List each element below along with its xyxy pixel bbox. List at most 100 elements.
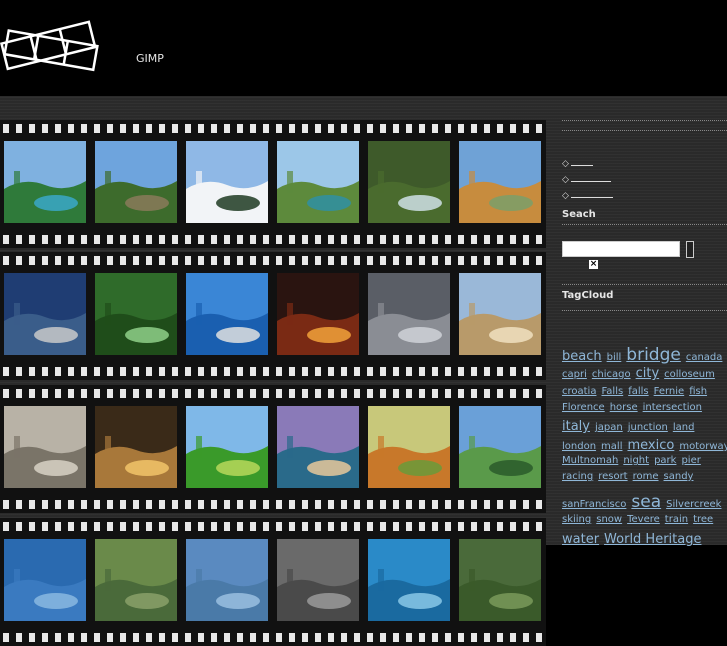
photo-thumbnail[interactable]	[277, 539, 359, 621]
photo-thumbnail[interactable]	[277, 406, 359, 488]
tag-link[interactable]: japan	[595, 422, 623, 433]
photo-thumbnail[interactable]	[368, 406, 450, 488]
site-title[interactable]: GIMP	[136, 52, 164, 65]
tag-link[interactable]: mall	[601, 441, 622, 452]
waterfall-bridge-photo	[368, 141, 450, 223]
search-input[interactable]	[562, 241, 680, 257]
tag-link[interactable]: horse	[610, 402, 638, 413]
tag-link[interactable]: Tevere	[627, 514, 660, 525]
city-night-photo	[277, 273, 359, 355]
tag-row: racing resort rome sandy	[562, 471, 698, 482]
photo-thumbnail[interactable]	[277, 273, 359, 355]
tag-link[interactable]: mexico	[627, 438, 674, 453]
film-strip	[0, 385, 546, 513]
photo-thumbnail[interactable]	[459, 539, 541, 621]
tag-link[interactable]: capri	[562, 369, 587, 380]
tag-link[interactable]: resort	[598, 471, 627, 482]
film-strip-logo-icon[interactable]	[0, 18, 100, 78]
tag-link[interactable]: colloseum	[664, 369, 715, 380]
tag-link[interactable]: croatia	[562, 386, 596, 397]
search-button[interactable]	[686, 241, 694, 258]
tag-link[interactable]: Silvercreek	[666, 499, 721, 510]
photo-thumbnail[interactable]	[459, 273, 541, 355]
tag-link[interactable]: city	[636, 366, 660, 381]
photo-thumbnail[interactable]	[186, 406, 268, 488]
photo-thumbnail[interactable]	[4, 141, 86, 223]
tag-link[interactable]: sandy	[664, 471, 694, 482]
tag-link[interactable]: Multnomah	[562, 455, 618, 466]
tag-row: sanFrancisco sea Silvercreek	[562, 492, 726, 512]
photo-partial-2	[95, 539, 177, 621]
palm-shore-photo	[277, 406, 359, 488]
tag-link[interactable]: fish	[689, 386, 707, 397]
nav-item-1[interactable]: ◇	[562, 158, 593, 169]
photo-thumbnail[interactable]	[368, 141, 450, 223]
chicago-skyline-photo	[459, 273, 541, 355]
divider	[562, 224, 727, 225]
tag-link[interactable]: beach	[562, 349, 602, 364]
tag-link[interactable]: racing	[562, 471, 593, 482]
photo-thumbnail[interactable]	[95, 273, 177, 355]
tag-link[interactable]: night	[623, 455, 649, 466]
divider	[562, 284, 727, 285]
photo-thumbnail[interactable]	[95, 141, 177, 223]
tag-link[interactable]: park	[654, 455, 676, 466]
tag-row: london mall mexico motorway	[562, 438, 727, 453]
tag-link[interactable]: pier	[681, 455, 700, 466]
photo-thumbnail[interactable]	[4, 539, 86, 621]
green-hills-photo	[186, 406, 268, 488]
tag-link[interactable]: Florence	[562, 402, 605, 413]
tag-link[interactable]: skiing	[562, 514, 591, 525]
tag-row: Florence horse intersection	[562, 402, 707, 413]
countryside-photo	[95, 141, 177, 223]
photo-thumbnail[interactable]	[368, 539, 450, 621]
photo-thumbnail[interactable]	[459, 406, 541, 488]
photo-thumbnail[interactable]	[95, 539, 177, 621]
close-icon[interactable]: ×	[589, 260, 598, 269]
mall-interior-photo	[95, 406, 177, 488]
aerial-city-photo	[368, 273, 450, 355]
tag-link[interactable]: falls	[628, 386, 648, 397]
tag-link[interactable]: junction	[628, 422, 668, 433]
tag-link[interactable]: rome	[633, 471, 659, 482]
tag-link[interactable]: sea	[631, 492, 661, 512]
photo-thumbnail[interactable]	[186, 539, 268, 621]
tag-row: capri chicago city colloseum	[562, 366, 720, 381]
photo-thumbnail[interactable]	[459, 141, 541, 223]
photo-thumbnail[interactable]	[368, 273, 450, 355]
colosseum-photo	[4, 406, 86, 488]
autumn-village-photo	[368, 406, 450, 488]
tag-link[interactable]: italy	[562, 419, 590, 434]
tag-link[interactable]: Falls	[601, 386, 623, 397]
photo-partial-3	[186, 539, 268, 621]
tag-row: skiing snow Tevere train tree	[562, 514, 718, 525]
tag-link[interactable]: sanFrancisco	[562, 499, 626, 510]
photo-thumbnail[interactable]	[186, 141, 268, 223]
film-perforation	[0, 522, 546, 531]
tag-link[interactable]: land	[673, 422, 695, 433]
tag-link[interactable]: tree	[693, 514, 713, 525]
tag-link[interactable]: snow	[596, 514, 622, 525]
tag-link[interactable]: train	[665, 514, 688, 525]
tag-link[interactable]: motorway	[679, 441, 727, 452]
nav-item-2[interactable]: ◇	[562, 174, 611, 185]
sidebar: ◇ ◇ ◇ Seach × TagCloud beach bill bridge ca…	[562, 118, 727, 547]
tag-link[interactable]: bill	[607, 352, 622, 363]
photo-thumbnail[interactable]	[186, 273, 268, 355]
photo-thumbnail[interactable]	[4, 273, 86, 355]
tag-link[interactable]: chicago	[592, 369, 631, 380]
tag-link[interactable]: canada	[686, 352, 723, 363]
tag-link[interactable]: intersection	[643, 402, 702, 413]
nav-item-3[interactable]: ◇	[562, 190, 613, 201]
tag-link[interactable]: Fernie	[654, 386, 685, 397]
photo-thumbnail[interactable]	[4, 406, 86, 488]
florence-bridge-photo	[459, 141, 541, 223]
film-strip	[0, 252, 546, 380]
tag-link[interactable]: london	[562, 441, 596, 452]
photo-thumbnail[interactable]	[95, 406, 177, 488]
tag-link[interactable]: bridge	[626, 345, 681, 365]
photo-partial-4	[277, 539, 359, 621]
tagcloud-title: TagCloud	[562, 290, 614, 301]
photo-thumbnail[interactable]	[277, 141, 359, 223]
lagoon-photo	[277, 141, 359, 223]
